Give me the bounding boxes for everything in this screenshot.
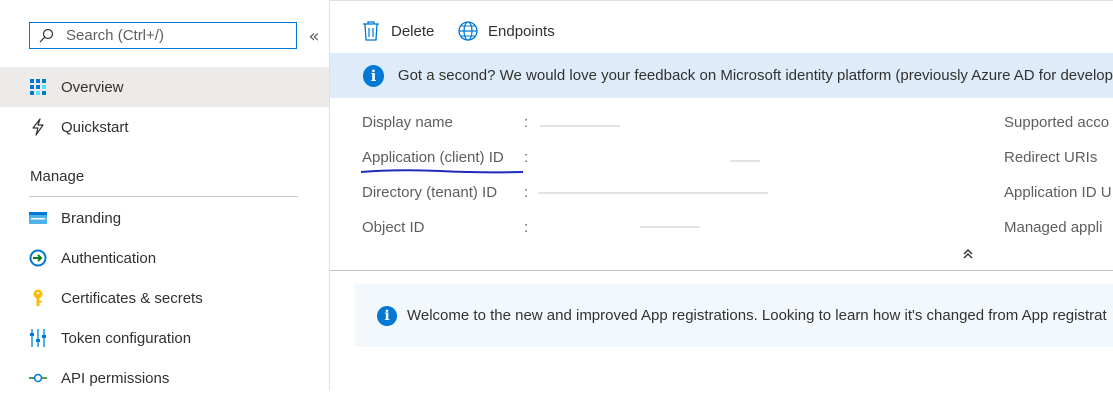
collapse-essentials-button[interactable] <box>962 248 974 264</box>
handwritten-underline <box>360 169 524 174</box>
main-content: Delete Endpoints i Got a second? We woul… <box>330 0 1113 390</box>
display-name-label: Display name <box>362 114 453 131</box>
trash-icon <box>362 21 380 41</box>
sidebar-item-api-permissions[interactable]: API permissions <box>0 358 329 398</box>
key-icon <box>29 289 47 307</box>
globe-icon <box>458 21 478 41</box>
sidebar-item-overview[interactable]: Overview <box>0 67 329 107</box>
token-configuration-icon <box>29 329 47 347</box>
redacted-value <box>540 125 620 127</box>
sidebar-item-label: Overview <box>61 78 124 96</box>
manage-section-title: Manage <box>30 168 85 185</box>
sidebar-item-label: Certificates & secrets <box>61 289 203 307</box>
collapse-sidebar-button[interactable]: « <box>306 27 322 47</box>
directory-tenant-id-separator: : <box>524 184 529 201</box>
endpoints-button[interactable]: Endpoints <box>458 19 555 43</box>
info-icon: i <box>363 64 384 87</box>
branding-icon <box>29 209 47 227</box>
sidebar-item-label: API permissions <box>61 369 170 387</box>
delete-button[interactable]: Delete <box>362 19 434 43</box>
feedback-text: Got a second? We would love your feedbac… <box>397 67 1113 84</box>
application-client-id-label: Application (client) ID <box>362 149 504 166</box>
section-divider <box>29 196 298 197</box>
feedback-banner[interactable]: i Got a second? We would love your feedb… <box>330 53 1113 98</box>
application-client-id-separator: : <box>524 149 529 166</box>
sidebar-item-label: Branding <box>61 209 122 227</box>
delete-label: Delete <box>391 22 435 40</box>
managed-application-label: Managed appli <box>1004 219 1103 236</box>
sidebar-item-authentication[interactable]: Authentication <box>0 238 329 278</box>
redirect-uris-label: Redirect URIs <box>1004 149 1098 166</box>
redacted-value <box>730 160 760 162</box>
application-id-uri-label: Application ID U <box>1004 184 1112 201</box>
redacted-value <box>538 192 768 194</box>
lightning-icon <box>29 118 47 136</box>
welcome-banner[interactable]: i Welcome to the new and improved App re… <box>355 284 1113 347</box>
object-id-separator: : <box>524 219 529 236</box>
sidebar-item-token-configuration[interactable]: Token configuration <box>0 318 329 358</box>
redacted-value <box>640 226 700 228</box>
directory-tenant-id-label: Directory (tenant) ID <box>362 184 498 201</box>
supported-account-types-label: Supported acco <box>1004 114 1110 131</box>
essentials-panel: Display name : Application (client) ID :… <box>330 98 1113 271</box>
sidebar-item-label: Quickstart <box>61 118 129 136</box>
top-border <box>330 0 1113 7</box>
sidebar-item-label: Authentication <box>61 249 157 267</box>
api-permissions-icon <box>29 369 47 387</box>
search-box[interactable] <box>29 22 297 49</box>
sidebar-item-branding[interactable]: Branding <box>0 198 329 238</box>
object-id-label: Object ID <box>362 219 425 236</box>
double-chevron-up-icon <box>963 249 973 259</box>
sidebar-item-label: Token configuration <box>61 329 192 347</box>
sidebar-item-quickstart[interactable]: Quickstart <box>0 107 329 147</box>
info-icon: i <box>377 305 397 326</box>
search-input[interactable] <box>66 25 292 46</box>
authentication-icon <box>29 249 47 267</box>
sidebar-item-certificates-secrets[interactable]: Certificates & secrets <box>0 278 329 318</box>
overview-grid-icon <box>29 78 47 96</box>
search-icon <box>38 28 54 44</box>
sidebar: « Overview Quickstart Manage <box>0 0 330 390</box>
welcome-text: Welcome to the new and improved App regi… <box>407 307 1107 324</box>
display-name-separator: : <box>524 114 529 131</box>
endpoints-label: Endpoints <box>488 22 555 40</box>
